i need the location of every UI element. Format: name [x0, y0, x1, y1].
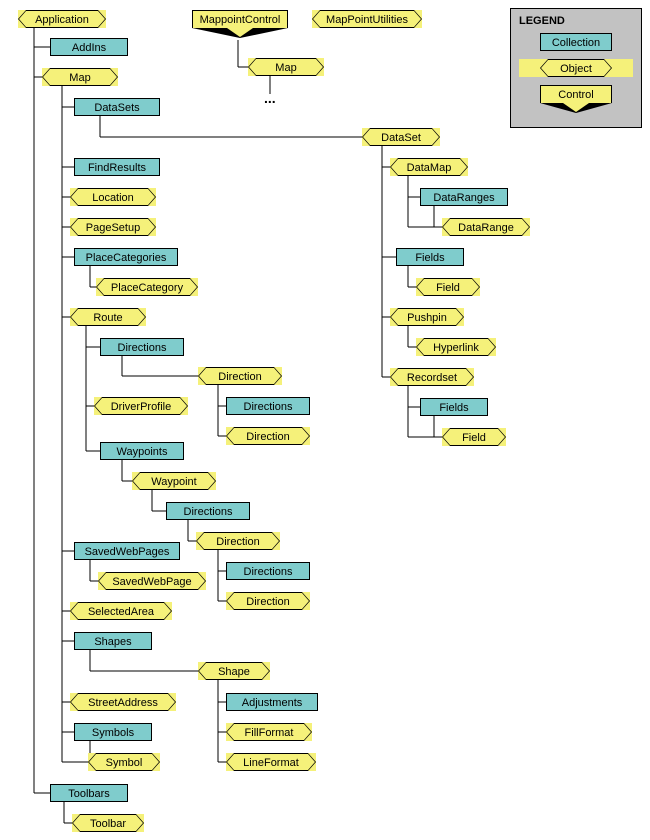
pagesetup: PageSetup — [70, 218, 156, 236]
savedwebpage: SavedWebPage — [98, 572, 206, 590]
directions-1b: Directions — [226, 397, 310, 415]
streetaddress: StreetAddress — [70, 693, 176, 711]
dataranges: DataRanges — [420, 188, 508, 206]
fields-2: Fields — [420, 398, 488, 416]
mappoint-utilities: MapPointUtilities — [312, 10, 422, 28]
shapes: Shapes — [74, 632, 152, 650]
field-1: Field — [416, 278, 480, 296]
legend-title: LEGEND — [519, 15, 633, 27]
legend-collection: Collection — [540, 33, 612, 51]
field-2: Field — [442, 428, 506, 446]
directions-1: Directions — [100, 338, 184, 356]
recordset: Recordset — [390, 368, 474, 386]
legend-control: Control — [540, 85, 612, 113]
direction-2: Direction — [196, 532, 280, 550]
toolbar: Toolbar — [72, 814, 144, 832]
legend: LEGEND Collection Object Control — [510, 8, 642, 128]
placecategories: PlaceCategories — [74, 248, 178, 266]
map: Map — [42, 68, 118, 86]
fillformat: FillFormat — [226, 723, 312, 741]
placecategory: PlaceCategory — [96, 278, 198, 296]
fields-1: Fields — [396, 248, 464, 266]
adjustments: Adjustments — [226, 693, 318, 711]
directions-2b: Directions — [226, 562, 310, 580]
legend-object: Object — [519, 59, 633, 77]
datarange: DataRange — [442, 218, 530, 236]
datamap: DataMap — [390, 158, 468, 176]
application: Application — [18, 10, 106, 28]
waypoints: Waypoints — [100, 442, 184, 460]
mappoint-control: MappointControl — [192, 10, 288, 38]
shape: Shape — [198, 662, 270, 680]
lineformat: LineFormat — [226, 753, 316, 771]
direction-2b: Direction — [226, 592, 310, 610]
waypoint: Waypoint — [132, 472, 216, 490]
hyperlink: Hyperlink — [416, 338, 496, 356]
location: Location — [70, 188, 156, 206]
route: Route — [70, 308, 146, 326]
savedwebpages: SavedWebPages — [74, 542, 180, 560]
dataset: DataSet — [362, 128, 440, 146]
pushpin: Pushpin — [390, 308, 464, 326]
directions-2: Directions — [166, 502, 250, 520]
addins: AddIns — [50, 38, 128, 56]
dots: ... — [264, 90, 276, 106]
datasets: DataSets — [74, 98, 160, 116]
toolbars: Toolbars — [50, 784, 128, 802]
findresults: FindResults — [74, 158, 160, 176]
direction-1: Direction — [198, 367, 282, 385]
symbols: Symbols — [74, 723, 152, 741]
selectedarea: SelectedArea — [70, 602, 172, 620]
direction-1b: Direction — [226, 427, 310, 445]
map-top: Map — [248, 58, 324, 76]
driverprofile: DriverProfile — [94, 397, 188, 415]
symbol: Symbol — [88, 753, 160, 771]
